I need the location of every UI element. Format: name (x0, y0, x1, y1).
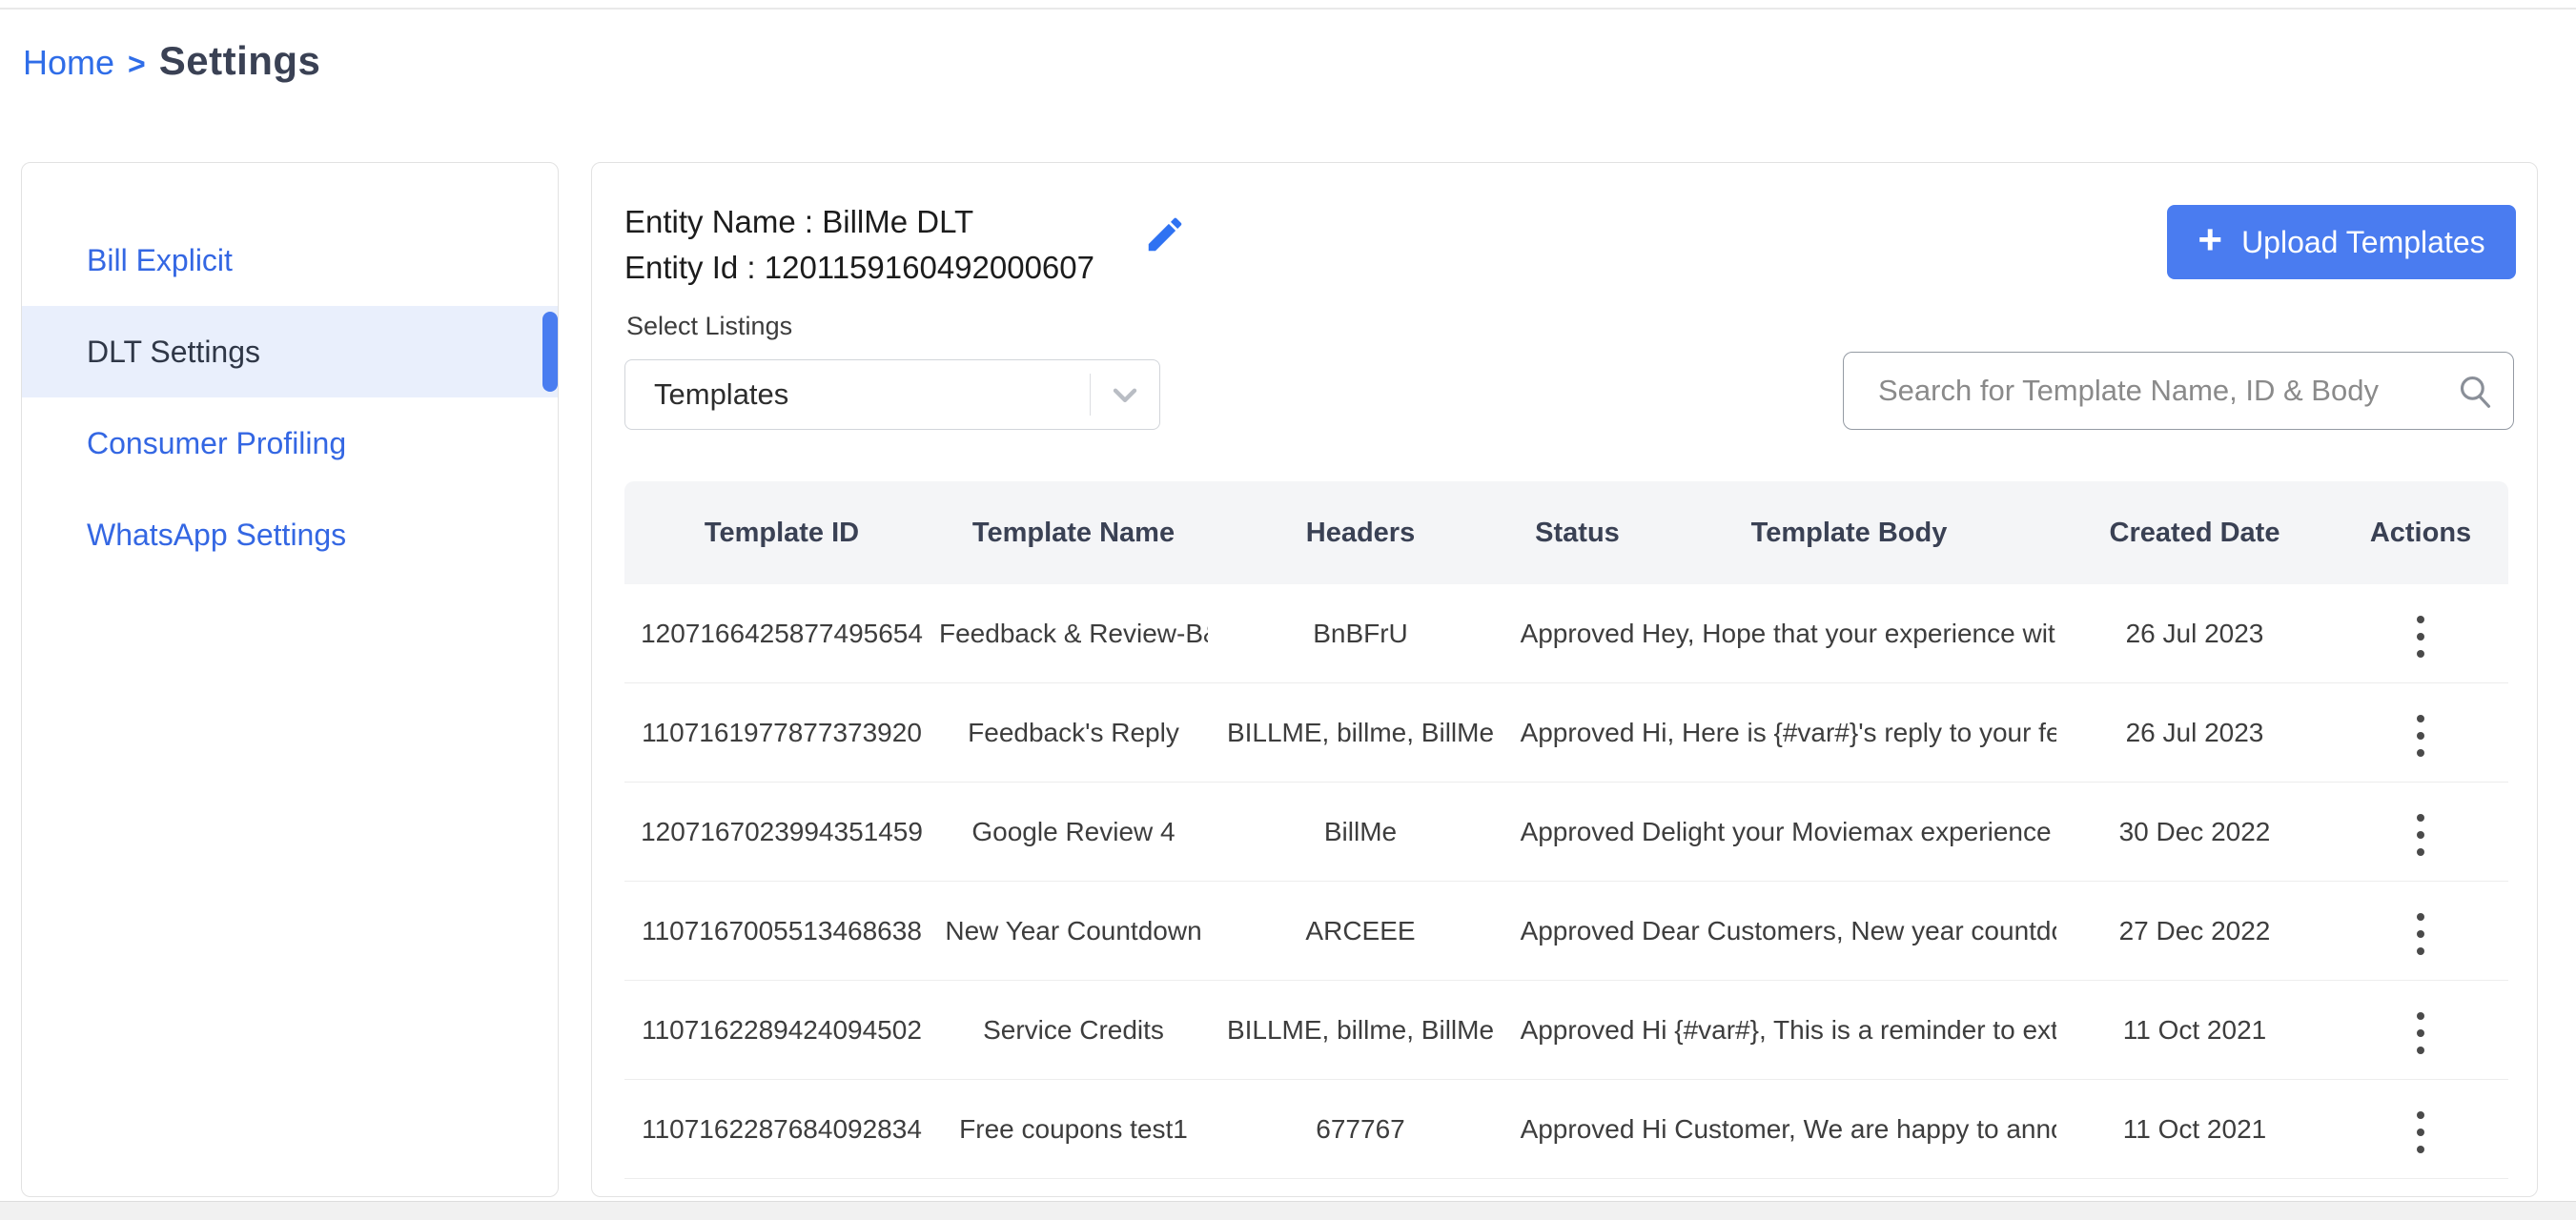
upload-templates-button[interactable]: + Upload Templates (2167, 205, 2516, 279)
table-row: 1107162289424094502Service CreditsBILLME… (624, 981, 2508, 1080)
cell-created: 27 Dec 2022 (2056, 916, 2333, 946)
cell-headers: 677767 (1208, 1114, 1513, 1145)
cell-id: 1107167005513468638 (624, 916, 939, 946)
cell-headers: ARCEEE (1208, 916, 1513, 946)
breadcrumb-home-link[interactable]: Home (23, 43, 114, 83)
kebab-vertical-icon[interactable] (2403, 1102, 2438, 1163)
sidebar-item-consumer-profiling[interactable]: Consumer Profiling (22, 397, 558, 489)
cell-created: 11 Oct 2021 (2056, 1114, 2333, 1145)
column-header: Headers (1208, 518, 1513, 549)
cell-body: Hi {#var#}, This is a reminder to ext… (1642, 1015, 2056, 1046)
sidebar-item-dlt-settings[interactable]: DLT Settings (22, 306, 558, 397)
entity-name-value: BillMe DLT (822, 204, 973, 239)
column-header: Actions (2333, 518, 2508, 549)
cell-headers: BnBFrU (1208, 619, 1513, 649)
cell-actions (2333, 699, 2508, 766)
plus-icon: + (2198, 219, 2222, 261)
search-input[interactable] (1844, 374, 2437, 408)
entity-name-label: Entity Name : (624, 204, 813, 239)
table-header-row: Template IDTemplate NameHeadersStatusTem… (624, 481, 2508, 584)
cell-created: 26 Jul 2023 (2056, 619, 2333, 649)
select-listings-label: Select Listings (626, 312, 792, 341)
cell-name: Feedback's Reply (939, 718, 1208, 748)
cell-name: New Year Countdown (939, 916, 1208, 946)
breadcrumb: Home > Settings (23, 38, 320, 84)
table-row: 1107161977877373920Feedback's ReplyBILLM… (624, 683, 2508, 783)
entity-id-label: Entity Id : (624, 250, 756, 285)
cell-actions (2333, 1095, 2508, 1163)
column-header: Template Name (939, 518, 1208, 549)
cell-status: Approved (1513, 916, 1642, 946)
cell-id: 1107162287684092834 (624, 1114, 939, 1145)
cell-created: 26 Jul 2023 (2056, 718, 2333, 748)
pencil-icon[interactable] (1143, 213, 1187, 256)
column-header: Created Date (2056, 518, 2333, 549)
cell-body: Dear Customers, New year countdo… (1642, 916, 2056, 946)
cell-created: 30 Dec 2022 (2056, 817, 2333, 847)
cell-headers: BILLME, billme, BillMe (1208, 1015, 1513, 1046)
cell-status: Approved (1513, 1015, 1642, 1046)
listings-dropdown-value: Templates (625, 377, 1090, 412)
sidebar-item-bill-explicit[interactable]: Bill Explicit (22, 214, 558, 306)
cell-body: Delight your Moviemax experience … (1642, 817, 2056, 847)
column-header: Template Body (1642, 518, 2056, 549)
page-title: Settings (159, 38, 321, 84)
table-body: 1207166425877495654Feedback & Review-B&B… (624, 584, 2508, 1179)
cell-name: Free coupons test1 (939, 1114, 1208, 1145)
listings-dropdown[interactable]: Templates (624, 359, 1160, 430)
cell-actions (2333, 798, 2508, 865)
cell-headers: BillMe (1208, 817, 1513, 847)
dlt-settings-panel: Entity Name : BillMe DLT Entity Id : 120… (591, 162, 2538, 1197)
cell-id: 1107162289424094502 (624, 1015, 939, 1046)
top-divider (0, 8, 2576, 10)
cell-status: Approved (1513, 718, 1642, 748)
chevron-down-icon (1091, 376, 1159, 414)
cell-status: Approved (1513, 619, 1642, 649)
sidebar-item-whatsapp-settings[interactable]: WhatsApp Settings (22, 489, 558, 580)
cell-body: Hey, Hope that your experience with… (1642, 619, 2056, 649)
column-header: Template ID (624, 518, 939, 549)
cell-status: Approved (1513, 817, 1642, 847)
table-row: 1107167005513468638New Year CountdownARC… (624, 882, 2508, 981)
template-search (1843, 352, 2514, 430)
cell-actions (2333, 996, 2508, 1064)
upload-templates-label: Upload Templates (2241, 225, 2485, 260)
cell-id: 1107161977877373920 (624, 718, 939, 748)
cell-id: 1207167023994351459 (624, 817, 939, 847)
kebab-vertical-icon[interactable] (2403, 705, 2438, 766)
cell-status: Approved (1513, 1114, 1642, 1145)
kebab-vertical-icon[interactable] (2403, 606, 2438, 667)
kebab-vertical-icon[interactable] (2403, 1003, 2438, 1064)
table-row: 1107162287684092834Free coupons test1677… (624, 1080, 2508, 1179)
cell-actions (2333, 897, 2508, 965)
magnifier-icon[interactable] (2437, 371, 2513, 411)
cell-headers: BILLME, billme, BillMe (1208, 718, 1513, 748)
kebab-vertical-icon[interactable] (2403, 904, 2438, 965)
table-row: 1207167023994351459Google Review 4BillMe… (624, 783, 2508, 882)
cell-name: Service Credits (939, 1015, 1208, 1046)
cell-created: 11 Oct 2021 (2056, 1015, 2333, 1046)
settings-sidebar: Bill Explicit DLT Settings Consumer Prof… (21, 162, 559, 1197)
cell-name: Google Review 4 (939, 817, 1208, 847)
entity-info: Entity Name : BillMe DLT Entity Id : 120… (624, 199, 1094, 291)
table-row: 1207166425877495654Feedback & Review-B&B… (624, 584, 2508, 683)
cell-actions (2333, 600, 2508, 667)
cell-name: Feedback & Review-B&B (939, 619, 1208, 649)
cell-body: Hi Customer, We are happy to anno… (1642, 1114, 2056, 1145)
cell-id: 1207166425877495654 (624, 619, 939, 649)
kebab-vertical-icon[interactable] (2403, 804, 2438, 865)
entity-id-value: 1201159160492000607 (765, 250, 1094, 285)
bottom-scroll-track[interactable] (0, 1201, 2576, 1220)
entity-id-line: Entity Id : 1201159160492000607 (624, 245, 1094, 291)
breadcrumb-separator: > (128, 47, 146, 82)
entity-name-line: Entity Name : BillMe DLT (624, 199, 1094, 245)
templates-table: Template IDTemplate NameHeadersStatusTem… (624, 481, 2508, 1179)
cell-body: Hi, Here is {#var#}'s reply to your fe… (1642, 718, 2056, 748)
column-header: Status (1513, 518, 1642, 549)
